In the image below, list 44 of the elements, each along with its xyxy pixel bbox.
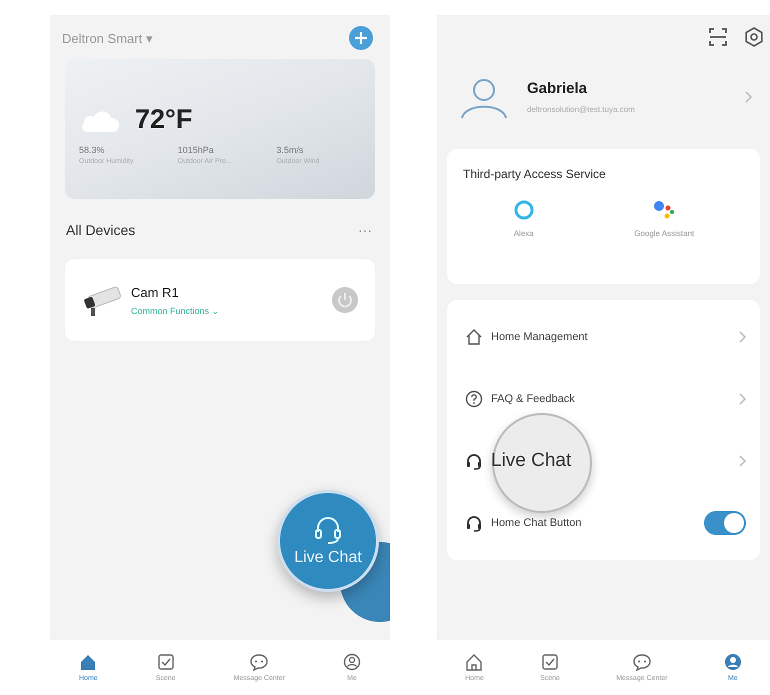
common-functions-link[interactable]: Common Functions ⌄	[131, 306, 323, 316]
toggle-switch[interactable]	[704, 511, 746, 535]
menu-item[interactable]: FAQ & Feedback	[447, 368, 760, 430]
add-icon[interactable]	[348, 25, 374, 51]
service-item[interactable]: Google Assistant	[634, 199, 694, 238]
checklist-icon	[156, 653, 175, 671]
chat-bubble-icon	[632, 653, 651, 671]
house-icon	[465, 328, 483, 346]
menu-item[interactable]: Live Chat	[447, 430, 760, 492]
user-name: Gabriela	[527, 80, 588, 97]
scan-icon[interactable]	[708, 27, 728, 47]
headset-icon	[465, 452, 483, 470]
menu-item[interactable]: Home Chat Button	[447, 492, 760, 554]
headset-icon	[313, 515, 343, 545]
weather-value: 3.5m/s	[276, 144, 304, 154]
chevron-icon	[738, 331, 746, 343]
home-name[interactable]: Deltron Smart ▾	[62, 30, 153, 46]
weather-value: 58.3%	[79, 144, 106, 154]
checklist-icon	[541, 653, 559, 671]
settings-icon[interactable]	[744, 27, 764, 47]
question-icon	[465, 390, 483, 408]
service-item[interactable]: Alexa	[512, 199, 535, 238]
more-button[interactable]: ···	[358, 222, 372, 238]
headset-icon	[465, 514, 483, 532]
device-name: Cam R1	[131, 284, 180, 300]
dots-icon	[653, 199, 676, 221]
chat-bubble-icon	[250, 653, 268, 671]
temperature: 72°F	[135, 104, 192, 134]
user-email: deltronsolution@test.tuya.com	[527, 105, 636, 114]
home-icon	[79, 653, 98, 671]
weather-value: 1015hPa	[178, 144, 215, 154]
chevron-icon	[738, 393, 746, 405]
person-icon	[724, 653, 742, 671]
chevron-icon	[738, 455, 746, 467]
live-chat-button[interactable]: Live Chat	[277, 490, 379, 592]
card-title: Third-party Access Service	[463, 167, 607, 181]
menu-item[interactable]: Home Management	[447, 306, 760, 368]
chevron-icon	[744, 91, 752, 103]
section-title: All Devices	[66, 222, 136, 238]
home-icon	[465, 653, 484, 671]
device-card[interactable]: Cam R1 Common Functions ⌄	[65, 259, 375, 341]
person-icon	[342, 653, 361, 671]
profile-row[interactable]: Gabriela deltronsolution@test.tuya.com	[437, 55, 770, 127]
ring-icon	[512, 199, 535, 221]
